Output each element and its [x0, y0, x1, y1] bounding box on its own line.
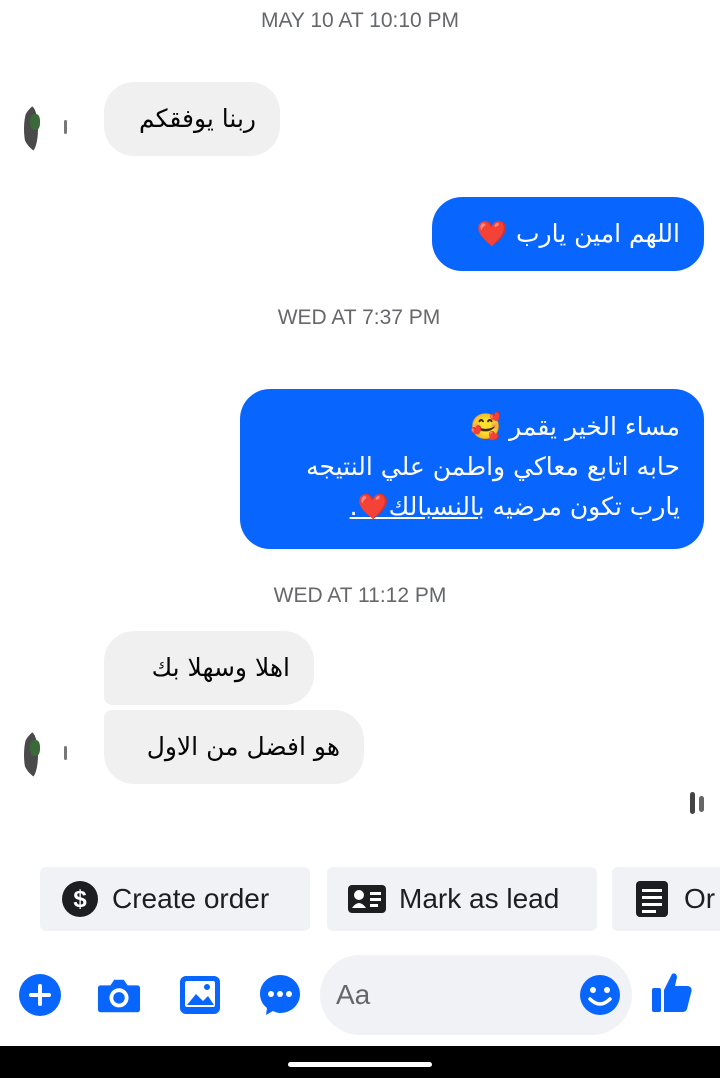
emoji-icon[interactable] — [578, 973, 622, 1017]
timestamp-may10: MAY 10 AT 10:10 PM — [260, 9, 460, 32]
chip-label: Create order — [112, 883, 270, 914]
seen-avatar-icon — [686, 788, 710, 818]
order-button[interactable]: Or — [612, 867, 720, 931]
message-incoming[interactable]: هو افضل من الاول — [104, 710, 364, 784]
message-outgoing[interactable]: اللهم امين يارب ❤️ — [432, 197, 704, 271]
message-line: مساء الخير يقمر 🥰 — [470, 412, 680, 441]
create-order-button[interactable]: $ Create order — [40, 867, 310, 931]
svg-text:$: $ — [73, 886, 87, 913]
sender-avatar[interactable] — [22, 100, 78, 156]
list-document-icon — [632, 879, 672, 919]
timestamp-wed-737: WED AT 7:37 PM — [277, 306, 441, 329]
mark-as-lead-button[interactable]: Mark as lead — [327, 867, 597, 931]
message-composer[interactable] — [320, 955, 632, 1035]
timestamp-wed-1112: WED AT 11:12 PM — [273, 584, 447, 607]
heart-emoji-icon: ❤️ — [357, 492, 389, 521]
smiling-hearts-emoji-icon: 🥰 — [470, 412, 502, 441]
heart-emoji-icon: ❤️ — [476, 219, 509, 248]
chip-label: Or — [684, 883, 716, 914]
message-incoming[interactable]: اهلا وسهلا بك — [104, 631, 314, 705]
camera-icon[interactable] — [97, 973, 141, 1017]
message-input[interactable] — [336, 973, 556, 1017]
home-gesture-handle[interactable] — [288, 1062, 432, 1067]
message-line: حابه اتابع معاكي واطمن علي النتيجه — [306, 452, 680, 481]
message-incoming[interactable]: ربنا يوفقكم — [104, 82, 280, 156]
chip-label: Mark as lead — [399, 883, 560, 914]
dollar-circle-icon: $ — [60, 879, 100, 919]
sender-avatar[interactable] — [22, 726, 78, 782]
chat-bubble-icon[interactable] — [258, 973, 302, 1017]
message-outgoing-multiline[interactable]: مساء الخير يقمر 🥰 حابه اتابع معاكي واطمن… — [240, 389, 704, 549]
message-text: اللهم امين يارب — [516, 219, 680, 248]
thumbs-up-icon[interactable] — [650, 970, 694, 1014]
message-text: ربنا يوفقكم — [138, 104, 256, 133]
message-text: هو افضل من الاول — [146, 732, 340, 761]
image-icon[interactable] — [178, 973, 222, 1017]
message-line: يارب تكون مرضيه بالنسبالك❤️. — [349, 492, 680, 521]
plus-icon[interactable] — [18, 973, 62, 1017]
contact-card-icon — [347, 879, 387, 919]
message-text: اهلا وسهلا بك — [151, 653, 290, 682]
system-navigation-bar — [0, 1046, 720, 1078]
